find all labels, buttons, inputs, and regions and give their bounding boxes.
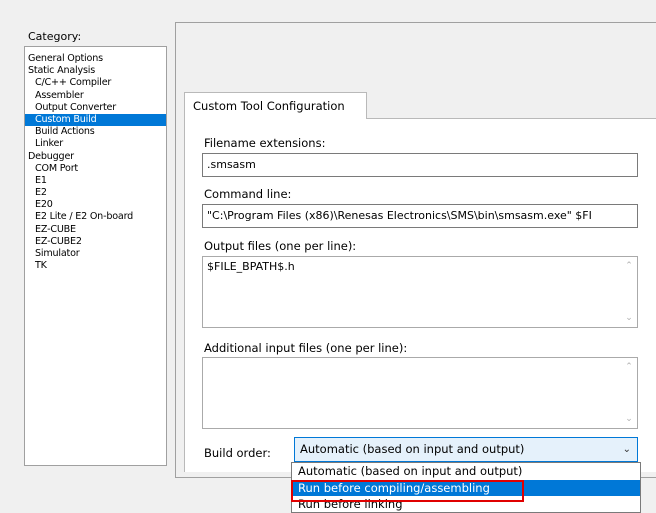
additional-input-files-label: Additional input files (one per line): xyxy=(204,341,408,355)
highlight-callout-box xyxy=(291,480,524,502)
tab-custom-tool-configuration[interactable]: Custom Tool Configuration xyxy=(184,92,367,119)
category-item[interactable]: EZ-CUBE2 xyxy=(25,236,166,248)
build-order-option[interactable]: Automatic (based on input and output) xyxy=(292,463,640,480)
category-item[interactable]: Assembler xyxy=(25,90,166,102)
build-order-selected-value: Automatic (based on input and output) xyxy=(300,442,525,456)
category-label: Category: xyxy=(28,30,82,43)
category-item[interactable]: COM Port xyxy=(25,163,166,175)
scroll-down-icon[interactable]: ⌄ xyxy=(623,413,635,425)
output-files-scrollbar[interactable]: ⌃ ⌄ xyxy=(623,258,635,326)
category-item[interactable]: TK xyxy=(25,260,166,272)
category-item[interactable]: C/C++ Compiler xyxy=(25,77,166,89)
category-item[interactable]: Static Analysis xyxy=(25,65,166,77)
output-files-value: $FILE_BPATH$.h xyxy=(207,260,295,273)
category-item[interactable]: Custom Build xyxy=(25,113,166,127)
category-item[interactable]: Simulator xyxy=(25,248,166,260)
scroll-up-icon[interactable]: ⌃ xyxy=(623,260,635,272)
category-item[interactable]: Linker xyxy=(25,138,166,150)
filename-extensions-label: Filename extensions: xyxy=(204,136,326,150)
command-line-input[interactable]: "C:\Program Files (x86)\Renesas Electron… xyxy=(202,204,638,228)
build-order-select[interactable]: Automatic (based on input and output) ⌄ xyxy=(294,437,638,462)
additional-input-files-scrollbar[interactable]: ⌃ ⌄ xyxy=(623,359,635,427)
category-item[interactable]: E2 Lite / E2 On-board xyxy=(25,211,166,223)
scroll-up-icon[interactable]: ⌃ xyxy=(623,361,635,373)
category-item[interactable]: E1 xyxy=(25,175,166,187)
build-order-label: Build order: xyxy=(204,446,271,460)
category-list[interactable]: General Options Static Analysis C/C++ Comp… xyxy=(24,46,167,466)
category-item[interactable]: General Options xyxy=(25,53,166,65)
category-item[interactable]: E2 xyxy=(25,187,166,199)
output-files-label: Output files (one per line): xyxy=(204,239,357,253)
category-item[interactable]: EZ-CUBE xyxy=(25,224,166,236)
chevron-down-icon[interactable]: ⌄ xyxy=(623,438,631,461)
filename-extensions-input[interactable]: .smsasm xyxy=(202,153,638,177)
category-item[interactable]: Debugger xyxy=(25,151,166,163)
category-item[interactable]: Build Actions xyxy=(25,126,166,138)
additional-input-files-textarea[interactable]: ⌃ ⌄ xyxy=(202,357,638,429)
category-item[interactable]: E20 xyxy=(25,199,166,211)
output-files-textarea[interactable]: $FILE_BPATH$.h ⌃ ⌄ xyxy=(202,256,638,328)
command-line-label: Command line: xyxy=(204,187,292,201)
category-item[interactable]: Output Converter xyxy=(25,102,166,114)
scroll-down-icon[interactable]: ⌄ xyxy=(623,312,635,324)
